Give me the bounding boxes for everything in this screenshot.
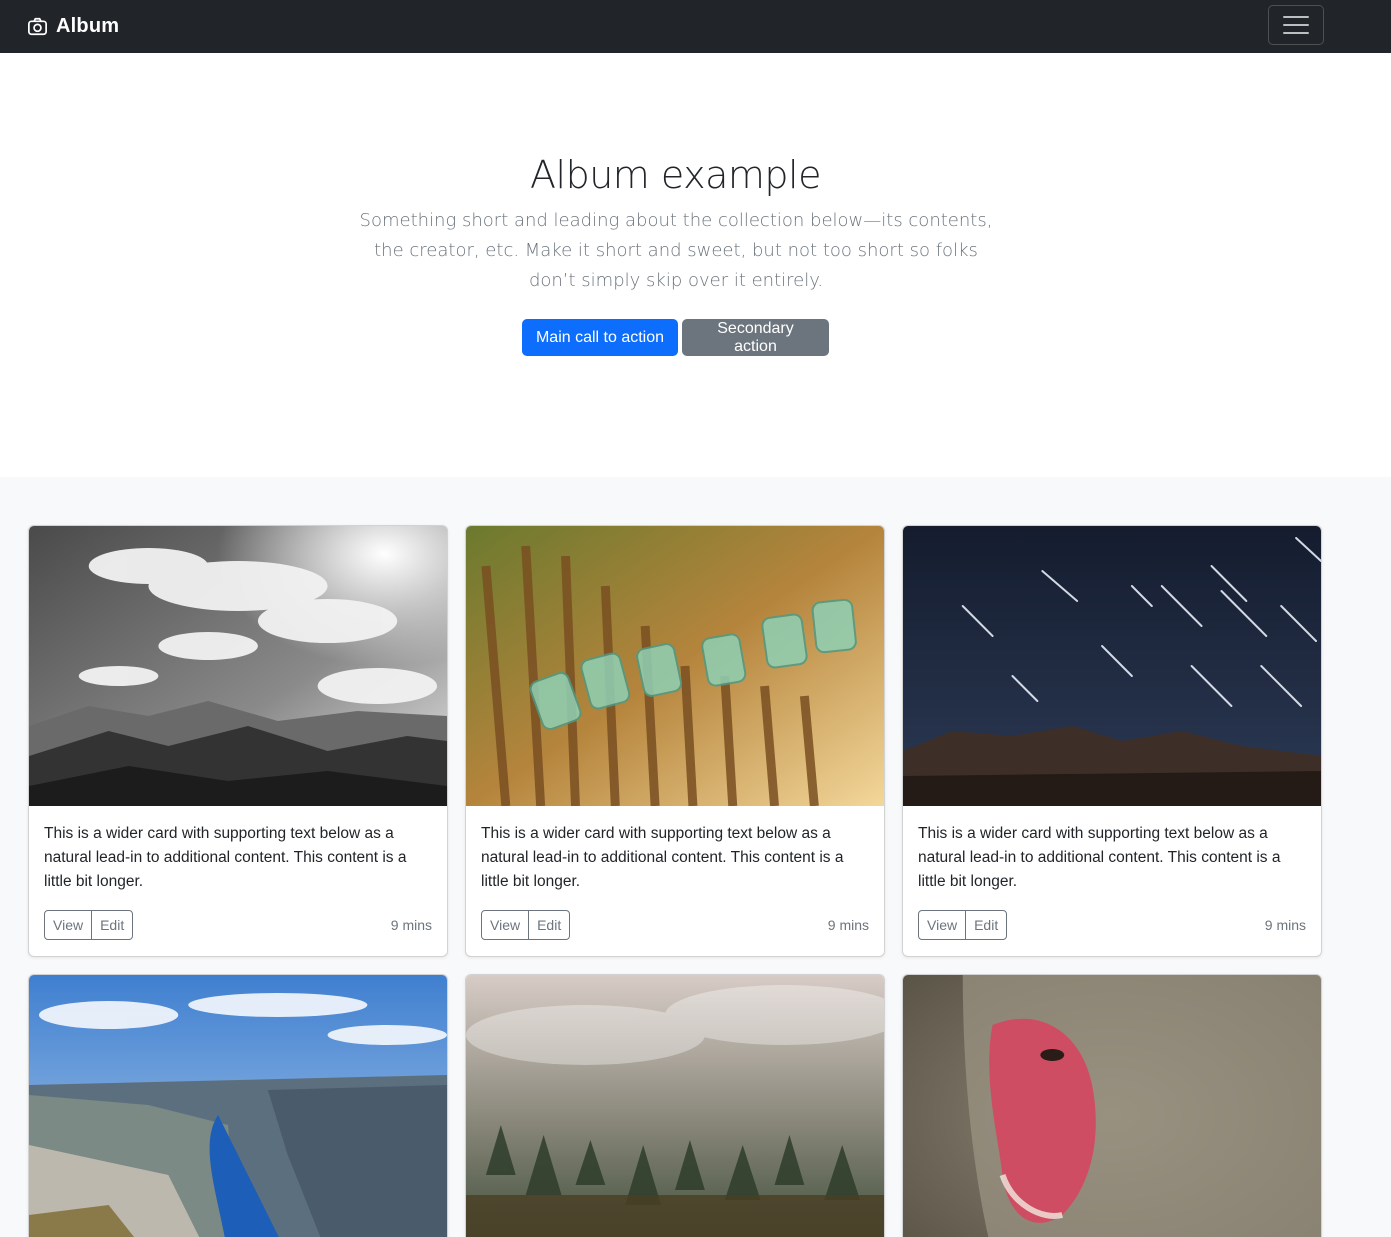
edit-button[interactable]: Edit <box>965 910 1008 940</box>
view-button[interactable]: View <box>44 910 93 940</box>
camera-icon <box>28 17 47 35</box>
album-section: This is a wider card with supporting tex… <box>0 477 1391 1237</box>
card-button-group: View Edit <box>481 910 571 940</box>
card-button-group: View Edit <box>918 910 1008 940</box>
brand-link[interactable]: Album <box>27 13 119 39</box>
view-button[interactable]: View <box>481 910 530 940</box>
card-text: This is a wider card with supporting tex… <box>918 825 1281 890</box>
card-time: 9 mins <box>1264 917 1306 933</box>
edit-button[interactable]: Edit <box>91 910 134 940</box>
album-card <box>902 974 1322 1237</box>
page-title: Album example <box>530 153 821 197</box>
card-body: This is a wider card with supporting tex… <box>903 806 1321 956</box>
card-footer: View Edit 9 mins <box>44 910 432 940</box>
card-footer: View Edit 9 mins <box>918 910 1306 940</box>
card-image-star-trails <box>903 526 1321 806</box>
album-card: This is a wider card with supporting tex… <box>28 525 448 957</box>
album-card <box>465 974 885 1237</box>
card-time: 9 mins <box>827 917 869 933</box>
hero-lead: Something short and leading about the co… <box>359 210 993 291</box>
card-body: This is a wider card with supporting tex… <box>29 806 447 956</box>
hero-buttons: Main call to action Secondary action <box>0 319 1351 356</box>
album-card: This is a wider card with supporting tex… <box>465 525 885 957</box>
card-text: This is a wider card with supporting tex… <box>481 825 844 890</box>
brand-text: Album <box>56 14 120 37</box>
hamburger-menu-icon <box>1283 16 1309 18</box>
card-image-glass-jars <box>466 526 884 806</box>
secondary-action-button[interactable]: Secondary action <box>682 319 829 356</box>
view-button[interactable]: View <box>918 910 967 940</box>
card-time: 9 mins <box>390 917 432 933</box>
navbar: Album <box>0 0 1391 53</box>
card-button-group: View Edit <box>44 910 134 940</box>
album-card <box>28 974 448 1237</box>
card-image-fjord <box>29 975 447 1237</box>
hero-section: Album example Something short and leadin… <box>0 53 1391 477</box>
navbar-toggler-button[interactable] <box>1268 5 1324 45</box>
main-call-to-action-button[interactable]: Main call to action <box>522 319 678 356</box>
card-footer: View Edit 9 mins <box>481 910 869 940</box>
card-image-mountains <box>29 526 447 806</box>
card-body: This is a wider card with supporting tex… <box>466 806 884 956</box>
card-text: This is a wider card with supporting tex… <box>44 825 407 890</box>
card-image-misty-forest <box>466 975 884 1237</box>
card-image-snow-monkey <box>903 975 1321 1237</box>
edit-button[interactable]: Edit <box>528 910 571 940</box>
album-card: This is a wider card with supporting tex… <box>902 525 1322 957</box>
